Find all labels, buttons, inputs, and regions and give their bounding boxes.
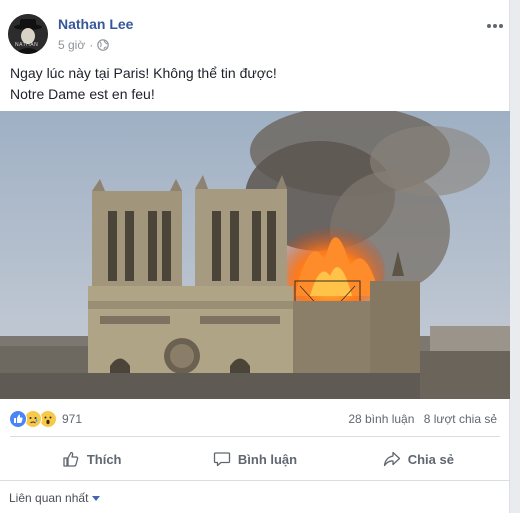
divider [10,436,500,437]
post-message-line: Ngay lúc này tại Paris! Không thể tin đư… [10,65,277,81]
reaction-summary[interactable]: 971 [9,410,82,428]
share-count-link[interactable]: 8 lượt chia sẻ [424,412,497,426]
caret-down-icon [92,495,101,501]
share-button-label: Chia sẻ [407,451,454,467]
author-name[interactable]: Nathan Lee [58,16,133,32]
post-stats: 28 bình luận 8 lượt chia sẻ [342,412,497,426]
post-card: NATHAN Nathan Lee 5 giờ · Ngay lúc này t… [0,0,510,513]
like-icon [9,410,27,428]
post-photo[interactable] [0,111,510,399]
like-button[interactable]: Thích [10,442,173,476]
like-button-label: Thích [86,451,122,467]
notre-dame-fire-photo [0,111,510,399]
divider [0,480,510,481]
comment-button[interactable]: Bình luận [173,442,336,476]
post-header: NATHAN Nathan Lee 5 giờ · [8,10,508,60]
thumbs-up-icon [62,450,80,468]
comment-count-link[interactable]: 28 bình luận [348,412,414,426]
post-meta: 5 giờ · [58,38,110,52]
meta-separator: · [89,38,94,52]
comment-sort-label: Liên quan nhất [9,491,89,505]
post-time[interactable]: 5 giờ [58,38,85,52]
comment-button-label: Bình luận [237,451,298,467]
ellipsis-icon[interactable] [486,16,504,34]
avatar-text: NATHAN [15,42,39,48]
globe-icon[interactable] [97,39,110,51]
post-message-line: Notre Dame est en feu! [10,86,155,102]
share-icon [383,450,401,468]
action-bar: Thích Bình luận Chia sẻ [10,442,500,476]
comment-icon [213,450,231,468]
comment-sort-dropdown[interactable]: Liên quan nhất [9,491,101,505]
avatar[interactable]: NATHAN [8,14,48,54]
post-message: Ngay lúc này tại Paris! Không thể tin đư… [10,63,500,105]
share-button[interactable]: Chia sẻ [337,442,500,476]
reaction-count: 971 [62,412,83,426]
